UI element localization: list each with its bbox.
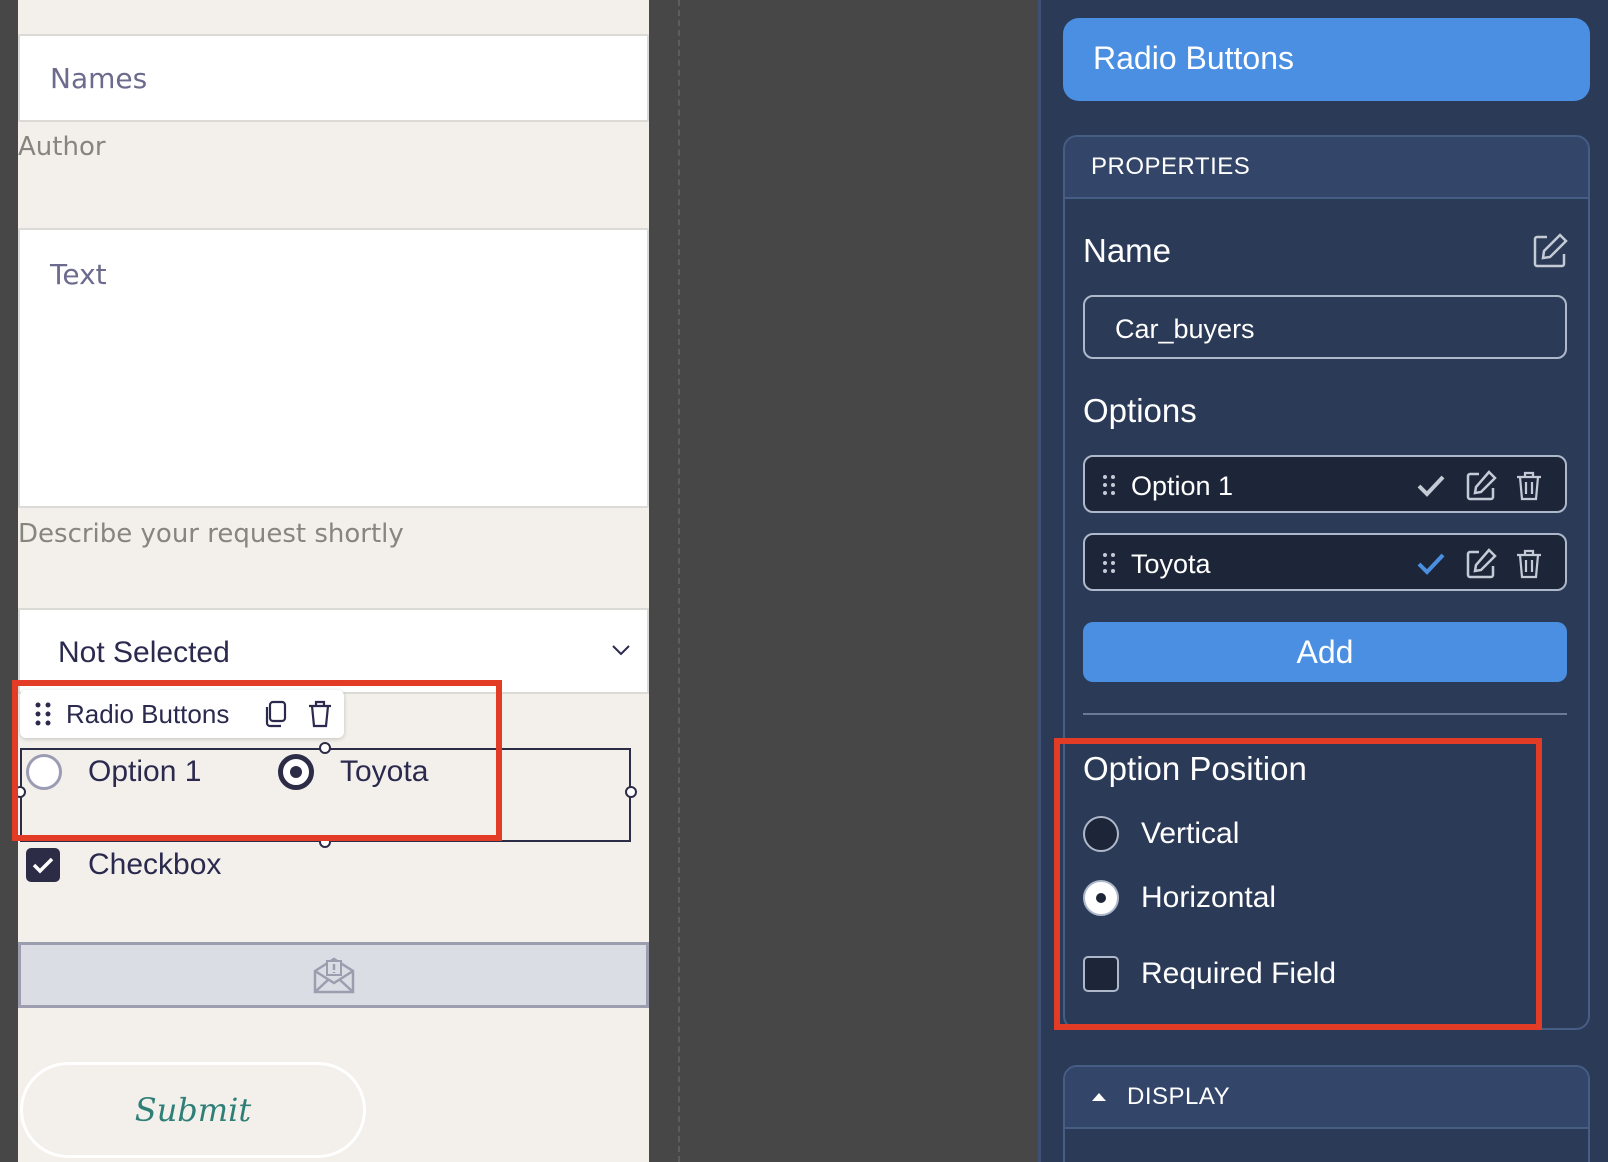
option-row[interactable]: Toyota — [1083, 533, 1567, 591]
element-toolbar: Radio Buttons — [20, 690, 344, 738]
canvas-divider — [678, 0, 680, 1162]
duplicate-icon[interactable] — [261, 699, 291, 729]
drag-handle-icon[interactable] — [1101, 551, 1119, 575]
add-option-button[interactable]: Add — [1083, 622, 1567, 682]
chevron-down-icon — [612, 645, 630, 656]
checkbox-label: Checkbox — [88, 848, 222, 881]
required-field-option[interactable]: Required Field — [1083, 956, 1336, 992]
element-toolbar-label: Radio Buttons — [66, 698, 230, 729]
position-horizontal-label: Horizontal — [1141, 881, 1277, 914]
required-field-checkbox[interactable] — [1083, 956, 1119, 992]
option-label: Toyota — [1131, 549, 1211, 579]
radio-option-label: Toyota — [340, 755, 429, 788]
drag-handle-icon[interactable] — [34, 701, 52, 727]
form-canvas: Names Author Text Describe your request … — [14, 0, 649, 1162]
display-header[interactable]: DISPLAY — [1065, 1067, 1588, 1129]
file-upload-button[interactable] — [18, 942, 649, 1008]
display-header-label: DISPLAY — [1127, 1083, 1231, 1110]
edit-icon[interactable] — [1465, 470, 1497, 502]
position-horizontal-option[interactable]: Horizontal — [1083, 880, 1276, 916]
envelope-alert-icon — [313, 957, 354, 994]
position-vertical-option[interactable]: Vertical — [1083, 816, 1239, 852]
caret-up-icon — [1092, 1093, 1106, 1101]
radio-option-label: Option 1 — [88, 755, 202, 788]
resize-handle-bottom[interactable] — [319, 836, 331, 848]
radio-circle-unselected[interactable] — [26, 754, 62, 790]
option-row[interactable]: Option 1 — [1083, 455, 1567, 513]
resize-handle-right[interactable] — [625, 786, 637, 798]
text-helper-text: Describe your request shortly — [18, 519, 404, 549]
radio-horizontal[interactable] — [1083, 880, 1119, 916]
checkbox-field[interactable]: Checkbox — [26, 848, 221, 882]
submit-label: Submit — [134, 1091, 252, 1129]
add-option-label: Add — [1296, 633, 1354, 670]
names-placeholder: Names — [50, 62, 148, 95]
edit-name-icon[interactable] — [1531, 232, 1569, 270]
option-label: Option 1 — [1131, 471, 1234, 501]
check-icon[interactable] — [1415, 548, 1447, 580]
radio-circle-selected[interactable] — [278, 754, 314, 790]
panel-title: Radio Buttons — [1093, 40, 1295, 76]
radio-buttons-element[interactable]: Option 1 Toyota — [14, 742, 637, 848]
properties-header[interactable]: PROPERTIES — [1065, 137, 1588, 199]
submit-button[interactable]: Submit — [20, 1062, 366, 1158]
dropdown-select[interactable]: Not Selected — [18, 608, 649, 694]
radio-vertical[interactable] — [1083, 816, 1119, 852]
properties-panel: Radio Buttons PROPERTIES Name Car_buyers… — [1038, 0, 1608, 1162]
name-label: Name — [1083, 232, 1172, 269]
display-section: DISPLAY — [1063, 1065, 1590, 1162]
drag-handle-icon[interactable] — [1101, 473, 1119, 497]
option-position-label: Option Position — [1083, 750, 1307, 787]
resize-handle-top[interactable] — [319, 742, 331, 754]
edit-icon[interactable] — [1465, 548, 1497, 580]
checkbox-checked[interactable] — [26, 848, 60, 882]
dropdown-value: Not Selected — [58, 636, 230, 669]
section-divider — [1083, 713, 1567, 715]
checkmark-icon — [32, 857, 54, 874]
text-placeholder: Text — [50, 258, 107, 291]
panel-title-bar: Radio Buttons — [1063, 18, 1590, 101]
trash-icon[interactable] — [305, 699, 335, 729]
radio-option-2[interactable]: Toyota — [278, 754, 428, 790]
name-input-value: Car_buyers — [1115, 314, 1255, 344]
trash-icon[interactable] — [1513, 548, 1545, 580]
author-helper-text: Author — [18, 132, 106, 162]
text-area[interactable]: Text — [18, 228, 649, 508]
position-vertical-label: Vertical — [1141, 817, 1240, 850]
trash-icon[interactable] — [1513, 470, 1545, 502]
required-field-label: Required Field — [1141, 957, 1337, 990]
name-input[interactable]: Car_buyers — [1083, 295, 1567, 359]
names-input[interactable]: Names — [18, 34, 649, 122]
options-label: Options — [1083, 392, 1197, 429]
resize-handle-left[interactable] — [14, 786, 26, 798]
radio-option-1[interactable]: Option 1 — [26, 754, 201, 790]
check-icon[interactable] — [1415, 470, 1447, 502]
